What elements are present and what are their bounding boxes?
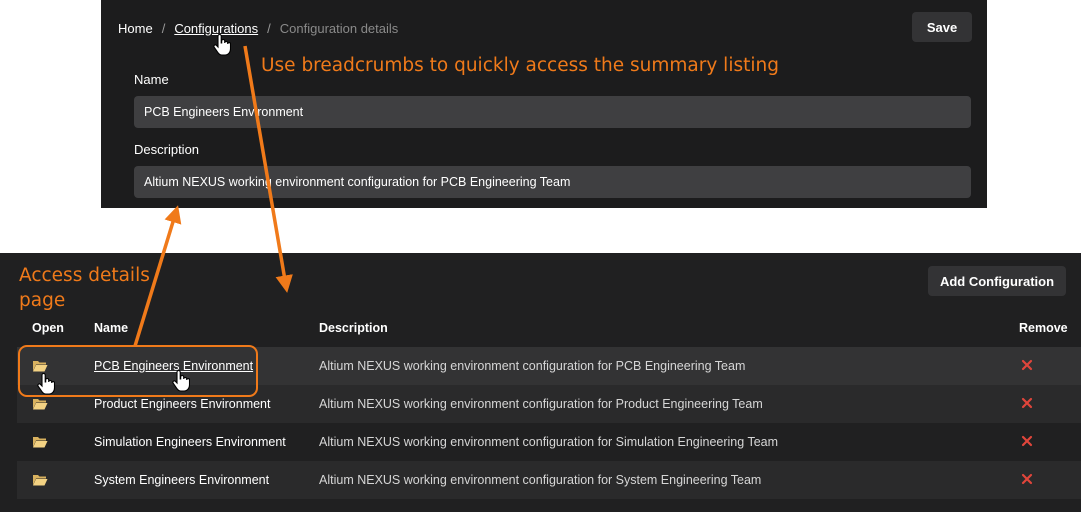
column-name: Name [94, 321, 129, 335]
table-row: Simulation Engineers Environment Altium … [17, 423, 1081, 461]
name-label: Name [134, 72, 169, 87]
name-field[interactable] [134, 96, 971, 128]
configuration-name-link[interactable]: Product Engineers Environment [94, 397, 270, 411]
access-details-annotation-line: Access details [19, 265, 150, 286]
configuration-description: Altium NEXUS working environment configu… [319, 473, 762, 487]
breadcrumbs-annotation: Use breadcrumbs to quickly access the su… [261, 55, 779, 76]
close-icon[interactable] [1021, 473, 1033, 485]
description-field[interactable] [134, 166, 971, 198]
hand-pointer-icon [213, 34, 231, 56]
add-configuration-button[interactable]: Add Configuration [928, 266, 1066, 296]
configuration-description: Altium NEXUS working environment configu… [319, 359, 746, 373]
configuration-name-link[interactable]: System Engineers Environment [94, 473, 269, 487]
column-description: Description [319, 321, 388, 335]
close-icon[interactable] [1021, 397, 1033, 409]
configuration-description: Altium NEXUS working environment configu… [319, 435, 779, 449]
table-row: System Engineers Environment Altium NEXU… [17, 461, 1081, 499]
close-icon[interactable] [1021, 435, 1033, 447]
breadcrumb: Home / Configurations / Configuration de… [118, 20, 398, 36]
breadcrumb-current: Configuration details [279, 20, 399, 36]
configuration-details-panel: Home / Configurations / Configuration de… [101, 0, 987, 208]
description-label: Description [134, 142, 200, 157]
breadcrumb-home[interactable]: Home [118, 21, 153, 36]
folder-open-icon[interactable] [32, 398, 48, 410]
hand-pointer-icon [37, 373, 55, 395]
hand-pointer-icon [172, 370, 190, 392]
configuration-name-link[interactable]: Simulation Engineers Environment [94, 435, 286, 449]
save-button[interactable]: Save [912, 12, 972, 42]
breadcrumb-separator: / [161, 20, 166, 36]
access-details-annotation-line: page [19, 290, 66, 311]
folder-open-icon[interactable] [32, 474, 48, 486]
breadcrumb-separator: / [267, 20, 271, 36]
column-remove: Remove [1019, 321, 1068, 335]
access-details-annotation: Access details page [19, 263, 150, 313]
table-header: Open Name Description Remove [17, 310, 1081, 346]
configuration-description: Altium NEXUS working environment configu… [319, 397, 763, 411]
close-icon[interactable] [1021, 359, 1033, 371]
column-open: Open [32, 321, 64, 335]
folder-open-icon[interactable] [32, 436, 48, 448]
